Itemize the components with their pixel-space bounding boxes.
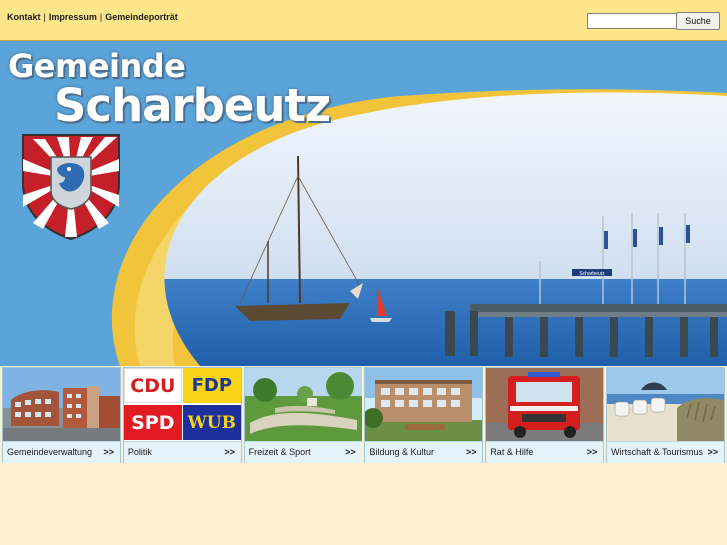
tile-arrow: >> — [224, 447, 235, 457]
tile-rat-hilfe[interactable]: Rat & Hilfe >> — [485, 367, 605, 463]
school-building-photo — [365, 368, 483, 441]
tile-arrow: >> — [345, 447, 356, 457]
fire-truck-photo — [486, 368, 604, 441]
search-button[interactable]: Suche — [676, 12, 720, 30]
tile-label: Wirtschaft & Tourismus — [611, 447, 703, 457]
navigation-tiles: Gemeindeverwaltung >> CDU FDP SPD WUB Po… — [2, 367, 725, 463]
tile-gemeindeverwaltung[interactable]: Gemeindeverwaltung >> — [2, 367, 121, 463]
cdu-logo: CDU — [123, 368, 182, 403]
tile-politik[interactable]: CDU FDP SPD WUB Politik >> — [122, 367, 242, 463]
tile-label: Politik — [127, 447, 152, 457]
tile-label: Gemeindeverwaltung — [7, 447, 93, 457]
gemeindeportraet-link[interactable]: Gemeindeporträt — [105, 12, 178, 22]
tile-arrow: >> — [103, 447, 114, 457]
tile-arrow: >> — [707, 447, 719, 457]
town-hall-photo — [3, 368, 120, 441]
kontakt-link[interactable]: Kontakt — [7, 12, 41, 22]
separator: | — [43, 12, 46, 22]
tile-wirtschaft-tourismus[interactable]: Wirtschaft & Tourismus >> — [606, 367, 725, 463]
tile-label: Bildung & Kultur — [369, 447, 435, 457]
top-bar: Kontakt | Impressum | Gemeindeporträt Su… — [0, 0, 727, 41]
tile-arrow: >> — [586, 447, 598, 457]
tile-bildung-kultur[interactable]: Bildung & Kultur >> — [364, 367, 484, 463]
search-input[interactable] — [587, 13, 677, 29]
party-logos: CDU FDP SPD WUB — [123, 368, 241, 441]
top-navigation: Kontakt | Impressum | Gemeindeporträt — [7, 12, 178, 22]
tile-label: Rat & Hilfe — [490, 447, 534, 457]
fdp-logo: FDP — [182, 368, 241, 403]
tile-freizeit-sport[interactable]: Freizeit & Sport >> — [243, 367, 363, 463]
separator: | — [99, 12, 103, 22]
coat-of-arms-icon — [22, 134, 120, 241]
beach-chairs-photo — [607, 368, 725, 441]
wub-logo: WUB — [182, 405, 241, 440]
impressum-link[interactable]: Impressum — [49, 12, 97, 22]
header-banner: Scharbeutz Gemeinde Scharbeutz — [0, 41, 727, 366]
pier-sign: Scharbeutz — [579, 271, 605, 277]
tile-arrow: >> — [465, 447, 477, 457]
site-title-line2: Scharbeutz — [54, 79, 331, 132]
tile-label: Freizeit & Sport — [248, 447, 311, 457]
minigolf-photo — [244, 368, 362, 441]
spd-logo: SPD — [123, 405, 182, 440]
